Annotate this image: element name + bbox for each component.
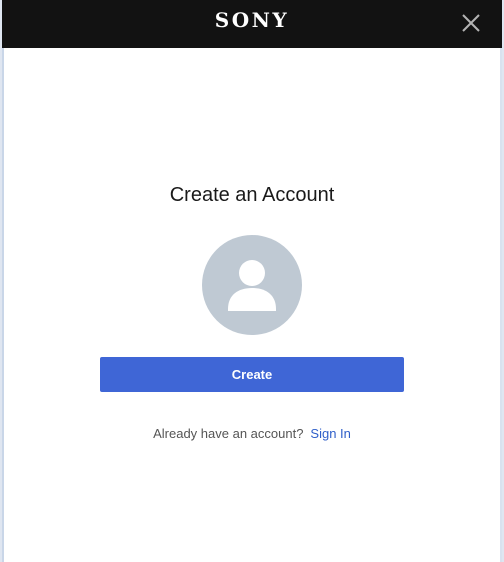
create-button[interactable]: Create bbox=[100, 357, 404, 392]
user-silhouette-icon bbox=[228, 260, 276, 311]
sony-logo: SONY bbox=[214, 8, 290, 32]
dialog-right-edge bbox=[500, 48, 502, 562]
signin-prompt: Already have an account? bbox=[153, 426, 304, 441]
signin-link[interactable]: Sign In bbox=[310, 426, 350, 441]
close-icon bbox=[462, 14, 480, 32]
account-dialog: SONY Create an Account Create Already ha… bbox=[2, 0, 502, 562]
header-bar: SONY bbox=[2, 0, 502, 48]
dialog-left-edge bbox=[2, 48, 4, 562]
close-button[interactable] bbox=[456, 8, 486, 38]
signin-row: Already have an account? Sign In bbox=[2, 426, 502, 442]
avatar bbox=[202, 235, 302, 335]
page-title: Create an Account bbox=[169, 184, 335, 206]
